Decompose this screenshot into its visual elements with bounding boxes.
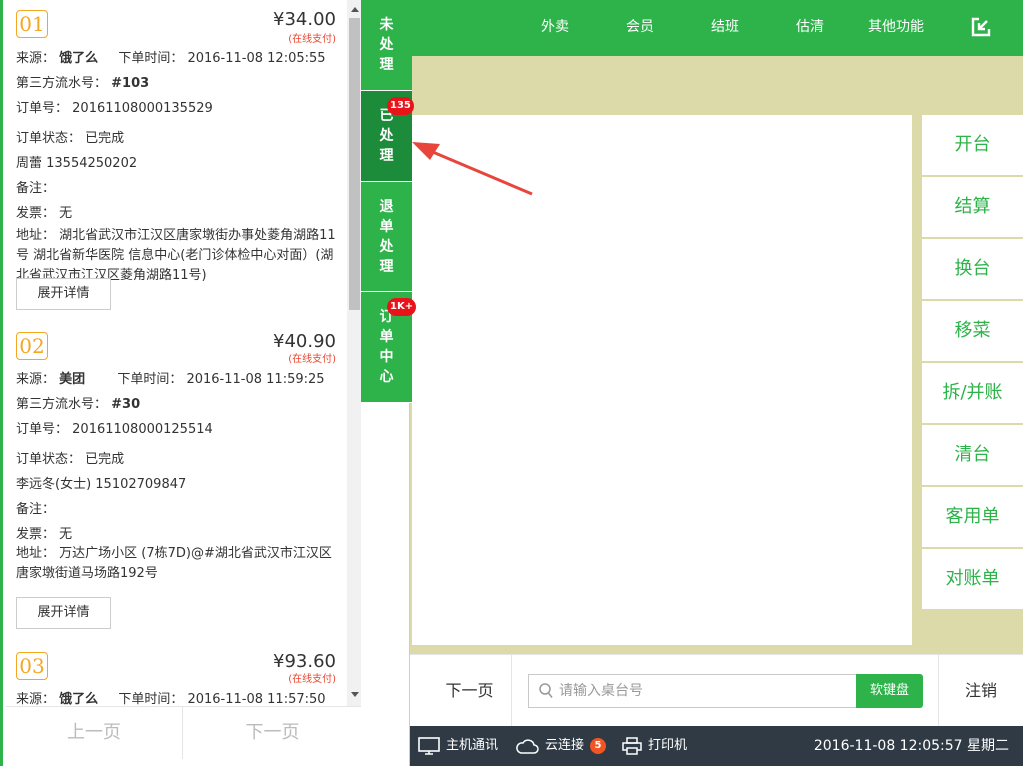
order-price: ¥93.60 bbox=[273, 651, 336, 672]
table-number-input[interactable] bbox=[559, 678, 849, 704]
order-list-scrollbar[interactable] bbox=[347, 0, 361, 706]
order-status: 订单状态： 已完成 bbox=[16, 131, 125, 146]
tab-processed[interactable]: 已 处 理 135 bbox=[361, 91, 414, 182]
tab-order-center[interactable]: 订 单 中 心 1K+ bbox=[361, 292, 417, 403]
bottom-toolbar: 下一页 软键盘 注销 bbox=[410, 654, 1023, 727]
cloud-connection-label: 云连接 bbox=[545, 738, 585, 753]
table-search-box bbox=[528, 674, 858, 708]
cloud-count-badge: 5 bbox=[590, 738, 607, 754]
order-source-time: 来源： 美团 下单时间： 2016-11-08 11:59:25 bbox=[16, 372, 325, 387]
customer-contact: 周蕾 13554250202 bbox=[16, 156, 138, 171]
datetime-display: 2016-11-08 12:05:57 星期二 bbox=[813, 738, 1009, 754]
nav-takeout[interactable]: 外卖 bbox=[520, 0, 590, 56]
clear-table-button[interactable]: 清台 bbox=[922, 425, 1023, 485]
expand-details-button[interactable]: 展开详情 bbox=[16, 597, 111, 629]
expand-details-button[interactable]: 展开详情 bbox=[16, 278, 111, 310]
scroll-down-arrow[interactable] bbox=[351, 692, 359, 697]
tab-unprocessed[interactable]: 未 处 理 bbox=[361, 0, 412, 91]
main-next-page-button[interactable]: 下一页 bbox=[428, 655, 512, 727]
nav-shift-close[interactable]: 结班 bbox=[690, 0, 760, 56]
function-buttons: 开台 结算 换台 移菜 拆/并账 清台 客用单 对账单 bbox=[922, 115, 1023, 611]
reconciliation-button[interactable]: 对账单 bbox=[922, 549, 1023, 609]
order-center-count-badge: 1K+ bbox=[387, 298, 417, 316]
order-source-time: 来源： 饿了么 下单时间： 2016-11-08 11:57:50 bbox=[16, 692, 326, 706]
payment-method: (在线支付) bbox=[288, 34, 336, 45]
order-panel: 01 ¥34.00 (在线支付) 来源： 饿了么 下单时间： 2016-11-0… bbox=[0, 0, 417, 766]
host-connection-label: 主机通讯 bbox=[446, 738, 499, 753]
nav-member[interactable]: 会员 bbox=[605, 0, 675, 56]
status-bar: 主机通讯 云连接 5 打印机 2016-11-08 12:05:57 星期二 bbox=[410, 726, 1023, 766]
table-panel bbox=[412, 115, 912, 645]
delivery-address: 地址： 湖北省武汉市江汉区唐家墩街办事处菱角湖路11号 湖北省新华医院 信息中心… bbox=[16, 228, 336, 283]
move-dish-button[interactable]: 移菜 bbox=[922, 301, 1023, 361]
cloud-icon bbox=[516, 739, 539, 754]
printer-status[interactable]: 打印机 bbox=[622, 726, 687, 766]
scrollbar-thumb[interactable] bbox=[349, 18, 360, 310]
logout-button[interactable]: 注销 bbox=[938, 655, 1023, 727]
order-list[interactable]: 01 ¥34.00 (在线支付) 来源： 饿了么 下单时间： 2016-11-0… bbox=[6, 0, 361, 706]
tab-refund-processing[interactable]: 退 单 处 理 bbox=[361, 182, 412, 292]
order-invoice: 发票： 无 bbox=[16, 527, 73, 542]
guest-bill-button[interactable]: 客用单 bbox=[922, 487, 1023, 547]
monitor-icon bbox=[418, 737, 440, 755]
serial-number: 第三方流水号： #103 bbox=[16, 76, 150, 91]
order-number: 03 bbox=[16, 652, 48, 680]
search-icon bbox=[539, 683, 553, 698]
exit-icon[interactable] bbox=[971, 17, 991, 37]
payment-method: (在线支付) bbox=[288, 354, 336, 365]
host-connection-status[interactable]: 主机通讯 bbox=[418, 726, 498, 766]
order-invoice: 发票： 无 bbox=[16, 206, 73, 221]
order-price: ¥40.90 bbox=[273, 331, 336, 352]
payment-method: (在线支付) bbox=[288, 674, 336, 685]
order-id: 订单号： 20161108000125514 bbox=[16, 422, 213, 437]
order-number: 02 bbox=[16, 332, 48, 360]
next-page-button[interactable]: 下一页 bbox=[184, 707, 361, 759]
split-merge-bill-button[interactable]: 拆/并账 bbox=[922, 363, 1023, 423]
prev-page-button[interactable]: 上一页 bbox=[6, 707, 183, 759]
serial-number: 第三方流水号： #30 bbox=[16, 397, 141, 412]
nav-other-functions[interactable]: 其他功能 bbox=[858, 0, 934, 56]
cloud-connection-status[interactable]: 云连接 5 bbox=[515, 726, 607, 766]
soft-keyboard-button[interactable]: 软键盘 bbox=[856, 674, 923, 708]
order-number: 01 bbox=[16, 10, 48, 38]
order-note: 备注： bbox=[16, 181, 56, 196]
order-pager: 上一页 下一页 bbox=[6, 706, 361, 759]
customer-contact: 李远冬(女士) 15102709847 bbox=[16, 477, 187, 492]
processed-count-badge: 135 bbox=[387, 97, 414, 115]
order-price: ¥34.00 bbox=[273, 9, 336, 30]
open-table-button[interactable]: 开台 bbox=[922, 115, 1023, 175]
order-source-time: 来源： 饿了么 下单时间： 2016-11-08 12:05:55 bbox=[16, 51, 326, 66]
delivery-address: 地址： 万达广场小区 (7栋7D)@#湖北省武汉市江汉区唐家墩街道马场路192号 bbox=[16, 546, 332, 581]
nav-sold-out[interactable]: 估清 bbox=[775, 0, 845, 56]
scroll-up-arrow[interactable] bbox=[351, 7, 359, 12]
change-table-button[interactable]: 换台 bbox=[922, 239, 1023, 299]
printer-label: 打印机 bbox=[648, 738, 688, 753]
order-status: 订单状态： 已完成 bbox=[16, 452, 125, 467]
printer-icon bbox=[622, 737, 642, 755]
order-id: 订单号： 20161108000135529 bbox=[16, 101, 213, 116]
order-note: 备注： bbox=[16, 502, 56, 517]
checkout-button[interactable]: 结算 bbox=[922, 177, 1023, 237]
